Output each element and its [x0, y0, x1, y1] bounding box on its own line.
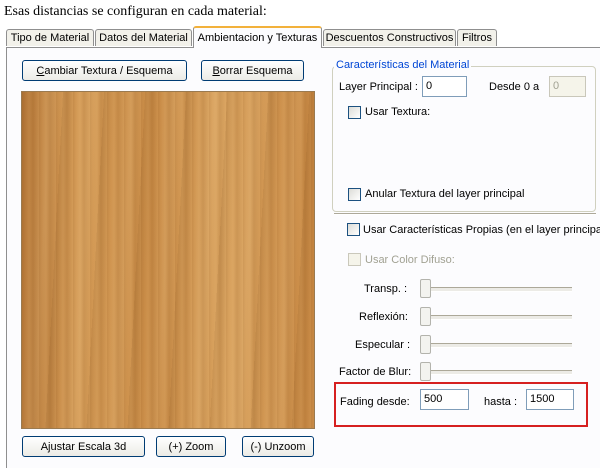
- transp-slider-thumb[interactable]: [420, 279, 431, 298]
- fading-hasta-input[interactable]: 1500: [526, 389, 574, 410]
- fading-desde-input[interactable]: 500: [420, 389, 469, 410]
- section-divider: [334, 213, 596, 215]
- usar-caracteristicas-checkbox[interactable]: [347, 223, 360, 236]
- especular-slider-track: [420, 343, 572, 348]
- zoom-in-button[interactable]: (+) Zoom: [156, 436, 226, 457]
- change-texture-hotkey: C: [36, 64, 45, 77]
- material-group-title: Características del Material: [334, 59, 472, 71]
- delete-scheme-hotkey: B: [212, 64, 220, 77]
- especular-label: Especular :: [355, 339, 411, 351]
- usar-color-difuso-checkbox[interactable]: [348, 253, 361, 266]
- change-texture-button[interactable]: Cambiar Textura / Esquema: [22, 60, 187, 81]
- zoom-out-button[interactable]: (-) Unzoom: [242, 436, 314, 457]
- usar-textura-label: Usar Textura:: [365, 106, 431, 118]
- tab-descuentos-constructivos[interactable]: Descuentos Constructivos: [323, 29, 456, 46]
- factor-blur-label: Factor de Blur:: [339, 366, 412, 378]
- usar-color-difuso-label: Usar Color Difuso:: [365, 254, 455, 266]
- texture-preview-image: [21, 91, 315, 429]
- tab-filtros[interactable]: Filtros: [457, 29, 497, 46]
- desde-label: Desde 0 a: [489, 81, 540, 93]
- tab-datos-del-material[interactable]: Datos del Material: [95, 29, 192, 46]
- tab-tipo-de-material[interactable]: Tipo de Material: [6, 29, 94, 46]
- change-texture-label: ambiar Textura / Esquema: [44, 64, 173, 77]
- delete-scheme-button[interactable]: Borrar Esquema: [201, 60, 304, 81]
- reflexion-slider-track: [420, 315, 572, 320]
- adjust-scale-button[interactable]: Ajustar Escala 3d: [22, 436, 145, 457]
- reflexion-label: Reflexión:: [359, 311, 408, 323]
- usar-caracteristicas-label: Usar Características Propias (en el laye…: [363, 224, 600, 236]
- caption-text: Esas distancias se configuran en cada ma…: [4, 4, 267, 19]
- delete-scheme-label: orrar Esquema: [219, 64, 293, 77]
- anular-textura-label: Anular Textura del layer principal: [365, 188, 525, 200]
- layer-principal-input[interactable]: 0: [422, 76, 467, 97]
- tab-strip: Tipo de Material Datos del Material Ambi…: [6, 26, 600, 48]
- transp-label: Transp. :: [364, 283, 407, 295]
- transp-slider-track: [420, 287, 572, 292]
- fading-hasta-label: hasta :: [484, 396, 518, 408]
- fading-desde-label: Fading desde:: [340, 396, 410, 408]
- desde-input[interactable]: 0: [549, 76, 586, 97]
- layer-principal-label: Layer Principal :: [339, 81, 418, 93]
- usar-textura-checkbox[interactable]: [348, 106, 361, 119]
- anular-textura-checkbox[interactable]: [348, 188, 361, 201]
- reflexion-slider-thumb[interactable]: [420, 307, 431, 326]
- factor-blur-slider-thumb[interactable]: [420, 362, 431, 381]
- tab-ambientacion-y-texturas[interactable]: Ambientacion y Texturas: [193, 26, 322, 48]
- especular-slider-thumb[interactable]: [420, 335, 431, 354]
- factor-blur-slider-track: [420, 370, 572, 375]
